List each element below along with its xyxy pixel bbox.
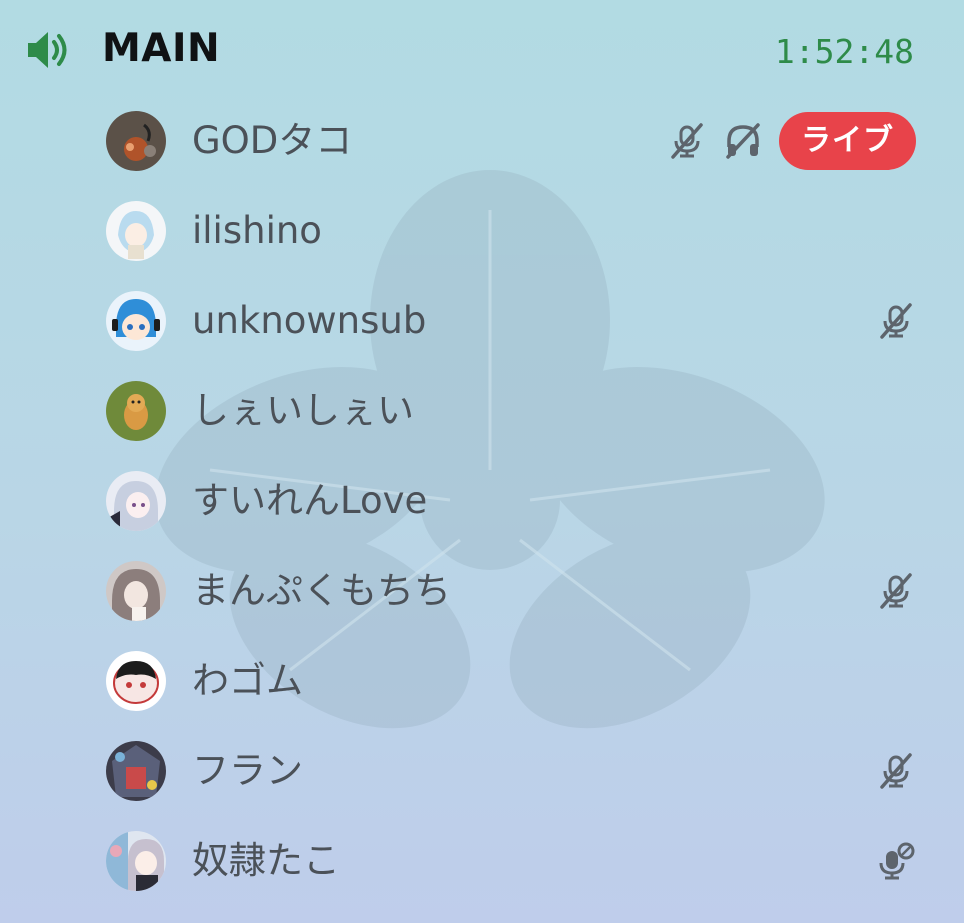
member-row[interactable]: GODタコ ライブ [0,96,964,186]
status-icons: ライブ [667,112,916,170]
avatar [106,201,166,261]
member-row[interactable]: しぇいしぇい [0,366,964,456]
member-name: まんぷくもちち [192,569,451,612]
member-row[interactable]: unknownsub [0,276,964,366]
speaker-icon [28,32,67,68]
member-row[interactable]: まんぷくもちち [0,546,964,636]
muted-mic-icon [880,573,912,609]
status-icons [876,293,916,349]
avatar [106,741,166,801]
member-row[interactable]: わゴム [0,636,964,726]
avatar [106,831,166,891]
avatar [106,471,166,531]
muted-mic-icon [880,303,912,339]
member-name: しぇいしぇい [192,389,414,432]
priority-speaker-mic-icon [879,842,915,880]
status-icons [876,743,916,799]
member-name: 奴隷たこ [192,839,340,882]
avatar [106,651,166,711]
member-name: わゴム [192,659,303,702]
member-name: すいれんLove [192,479,428,522]
voice-channel-header[interactable]: MAIN 1:52:48 [0,0,964,100]
avatar [106,561,166,621]
member-name: unknownsub [192,299,427,342]
live-badge[interactable]: ライブ [779,112,916,170]
avatar [106,291,166,351]
member-row[interactable]: すいれんLove [0,456,964,546]
status-icons [876,833,916,889]
member-list: GODタコ ライブ ilishino unknownsub しぇいしぇい すいれ… [0,96,964,906]
member-row[interactable]: ilishino [0,186,964,276]
member-name: フラン [192,749,303,792]
server-muted-mic-icon [671,123,703,159]
muted-mic-icon [880,753,912,789]
avatar [106,381,166,441]
member-name: ilishino [192,209,322,252]
avatar [106,111,166,171]
call-timer: 1:52:48 [774,32,914,71]
deafened-headphones-icon [726,123,760,159]
status-icons [876,563,916,619]
channel-name: MAIN [102,26,221,71]
member-row[interactable]: 奴隷たこ [0,816,964,906]
member-row[interactable]: フラン [0,726,964,816]
member-name: GODタコ [192,119,353,162]
